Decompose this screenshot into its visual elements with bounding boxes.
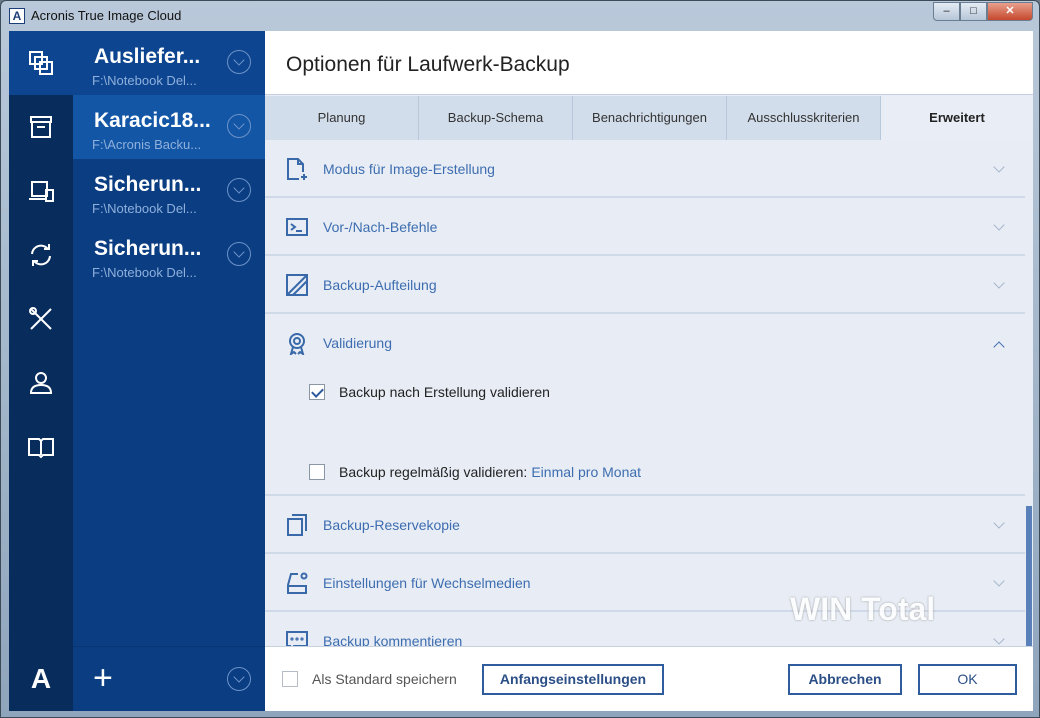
rail-account[interactable] — [9, 351, 73, 415]
backup-list: Ausliefer... F:\Notebook Del... Karacic18… — [73, 31, 265, 711]
chevron-up-icon — [993, 341, 1005, 353]
chevron-down-icon — [993, 633, 1005, 645]
tab-erweitert[interactable]: Erweitert — [881, 96, 1033, 140]
section-title: Validierung — [323, 335, 393, 351]
app-icon: A — [9, 8, 25, 24]
archive-icon — [30, 116, 52, 138]
backup-path: F:\Acronis Backu... — [92, 137, 202, 152]
page-title: Optionen für Laufwerk-Backup — [286, 53, 570, 76]
copy-icon — [29, 51, 53, 75]
sections-list: Modus für Image-Erstellung Vor-/Nach-Bef… — [265, 140, 1025, 646]
footer: Als Standard speichern Anfangseinstellun… — [265, 646, 1033, 711]
section-splitting[interactable]: Backup-Aufteilung — [265, 256, 1025, 314]
backup-item[interactable]: Karacic18... F:\Acronis Backu... — [73, 95, 265, 159]
list-footer: + — [73, 646, 265, 711]
chevron-down-icon[interactable] — [227, 242, 251, 266]
backup-path: F:\Notebook Del... — [92, 73, 197, 88]
window-frame: A Acronis True Image Cloud ‒ □ ✕ A Ausli… — [0, 0, 1040, 718]
split-icon — [286, 274, 308, 296]
scrollbar[interactable] — [1025, 140, 1033, 646]
chevron-down-icon — [993, 161, 1005, 173]
backup-name: Ausliefer... — [94, 45, 201, 68]
book-icon — [28, 438, 54, 459]
scrollbar-thumb[interactable] — [1026, 506, 1032, 646]
save-default-checkbox[interactable] — [282, 671, 298, 687]
backup-name: Karacic18... — [94, 109, 211, 132]
chevron-down-icon — [993, 219, 1005, 231]
chevron-down-icon[interactable] — [227, 114, 251, 138]
nav-rail: A — [9, 31, 73, 711]
rail-archive[interactable] — [9, 95, 73, 159]
rail-help[interactable] — [9, 415, 73, 479]
chevron-down-icon — [993, 277, 1005, 289]
rail-devices[interactable] — [9, 159, 73, 223]
section-title: Backup-Aufteilung — [323, 277, 437, 293]
title-bar: A Acronis True Image Cloud ‒ □ ✕ — [1, 1, 1039, 31]
watermark: WIN Total — [790, 591, 936, 627]
validate-after-creation-checkbox[interactable] — [309, 384, 325, 400]
section-commands[interactable]: Vor-/Nach-Befehle — [265, 198, 1025, 256]
acronis-logo: A — [30, 663, 52, 694]
window-title: Acronis True Image Cloud — [31, 8, 182, 23]
option-label: Backup regelmäßig validieren: — [339, 464, 528, 480]
chevron-down-icon[interactable] — [227, 667, 251, 691]
maximize-button[interactable]: □ — [960, 2, 987, 21]
section-title: Einstellungen für Wechselmedien — [323, 575, 531, 591]
section-title: Backup-Reservekopie — [323, 517, 460, 533]
backup-item[interactable]: Ausliefer... F:\Notebook Del... — [73, 31, 265, 95]
tools-icon — [29, 307, 52, 330]
section-reserve-copy[interactable]: Backup-Reservekopie — [265, 496, 1025, 554]
options-panel: Optionen für Laufwerk-Backup Planung Bac… — [265, 31, 1033, 711]
tab-backup-schema[interactable]: Backup-Schema — [419, 96, 573, 140]
backup-name: Sicherun... — [94, 237, 202, 260]
save-default-option[interactable]: Als Standard speichern — [282, 671, 457, 687]
section-title: Modus für Image-Erstellung — [323, 161, 495, 177]
section-image-mode[interactable]: Modus für Image-Erstellung — [265, 140, 1025, 198]
backup-path: F:\Notebook Del... — [92, 201, 197, 216]
section-title: Vor-/Nach-Befehle — [323, 219, 438, 235]
rail-tools[interactable] — [9, 287, 73, 351]
backup-path: F:\Notebook Del... — [92, 265, 197, 280]
app-client: A Ausliefer... F:\Notebook Del... Karacic… — [9, 31, 1033, 711]
rail-backup[interactable] — [9, 31, 73, 95]
drive-gear-icon — [287, 572, 308, 594]
cancel-button[interactable]: Abbrechen — [788, 664, 902, 695]
account-icon — [29, 372, 53, 394]
chevron-down-icon[interactable] — [227, 50, 251, 74]
validate-regularly-checkbox[interactable] — [309, 464, 325, 480]
minimize-button[interactable]: ‒ — [933, 2, 960, 21]
tab-planung[interactable]: Planung — [265, 96, 419, 140]
badge-icon — [289, 333, 305, 355]
ok-button[interactable]: OK — [918, 664, 1017, 695]
comment-icon — [286, 631, 308, 646]
close-button[interactable]: ✕ — [987, 2, 1033, 21]
section-title: Backup kommentieren — [323, 633, 463, 646]
backup-item[interactable]: Sicherun... F:\Notebook Del... — [73, 159, 265, 223]
backup-name: Sicherun... — [94, 173, 202, 196]
section-validation[interactable]: Validierung Backup nach Erstellung valid… — [265, 314, 1025, 496]
devices-icon — [29, 181, 54, 202]
validate-regularly-option[interactable]: Backup regelmäßig validieren: Einmal pro … — [309, 464, 641, 480]
rail-sync[interactable] — [9, 223, 73, 287]
copy-icon — [287, 514, 307, 536]
chevron-down-icon — [993, 575, 1005, 587]
backup-item[interactable]: Sicherun... F:\Notebook Del... — [73, 223, 265, 287]
sync-icon — [31, 244, 51, 266]
tab-ausschlusskriterien[interactable]: Ausschlusskriterien — [727, 96, 881, 140]
tab-benachrichtigungen[interactable]: Benachrichtigungen — [573, 96, 727, 140]
add-backup-button[interactable]: + — [93, 661, 113, 695]
file-plus-icon — [287, 158, 307, 180]
reset-button[interactable]: Anfangseinstellungen — [482, 664, 664, 695]
terminal-icon — [286, 218, 308, 236]
chevron-down-icon — [993, 517, 1005, 529]
save-default-label: Als Standard speichern — [312, 671, 457, 687]
option-label: Backup nach Erstellung validieren — [339, 384, 550, 400]
tab-bar: Planung Backup-Schema Benachrichtigungen… — [265, 96, 1033, 140]
validate-after-creation-option[interactable]: Backup nach Erstellung validieren — [309, 384, 550, 400]
chevron-down-icon[interactable] — [227, 178, 251, 202]
frequency-link[interactable]: Einmal pro Monat — [531, 464, 641, 480]
